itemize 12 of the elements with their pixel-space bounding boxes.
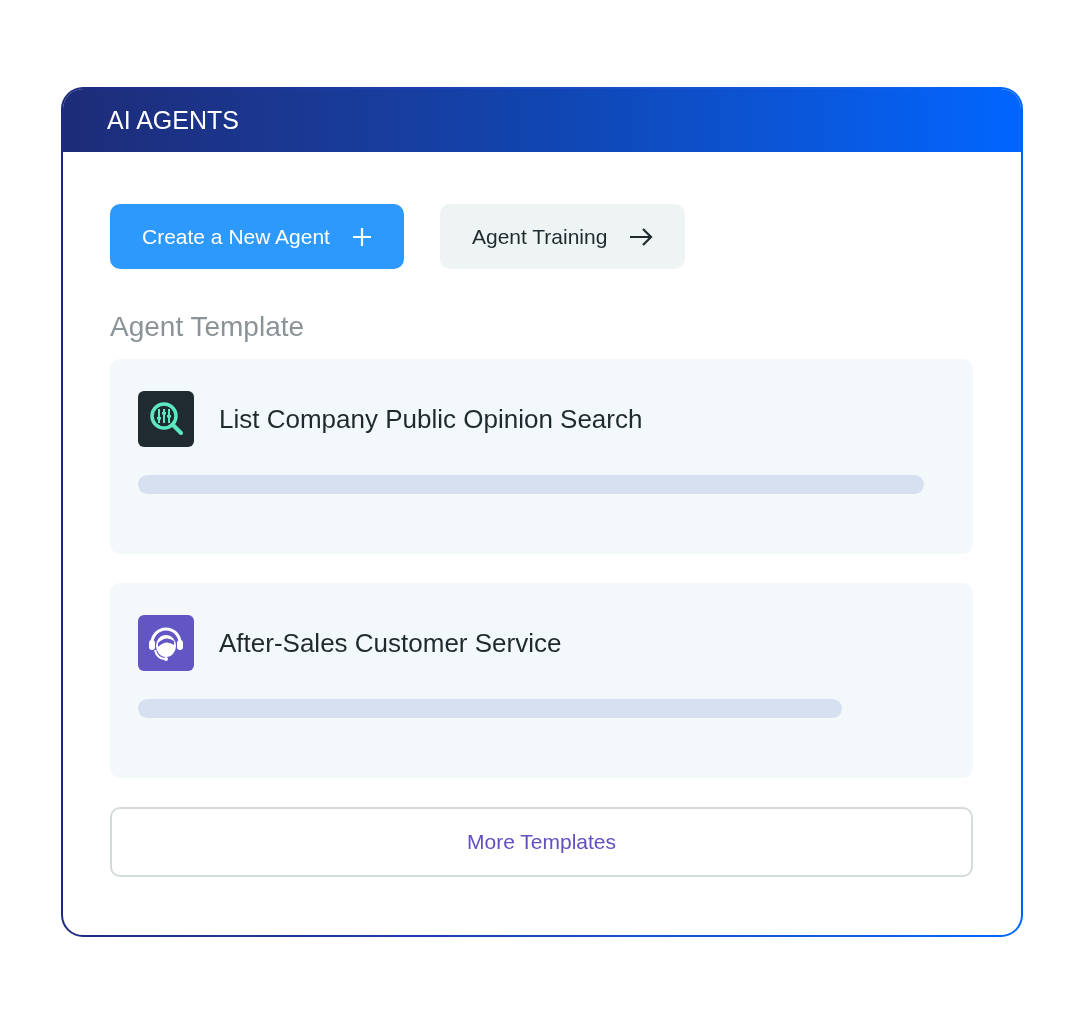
template-card[interactable]: After-Sales Customer Service [110, 583, 973, 778]
plus-icon [351, 226, 372, 247]
magnifier-icon [138, 391, 194, 447]
headset-icon [138, 615, 194, 671]
more-templates-button[interactable]: More Templates [110, 807, 973, 877]
template-name: List Company Public Opinion Search [219, 402, 643, 436]
section-title: Agent Template [110, 313, 306, 341]
panel-title: AI AGENTS [107, 104, 239, 136]
template-card[interactable]: List Company Public Opinion Search [110, 359, 973, 554]
agent-training-button[interactable]: Agent Training [439, 204, 686, 269]
template-name: After-Sales Customer Service [219, 626, 562, 660]
arrow-right-icon [629, 227, 654, 246]
